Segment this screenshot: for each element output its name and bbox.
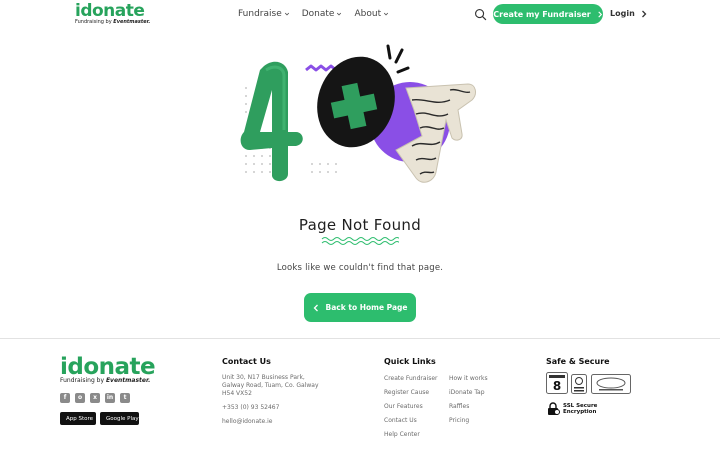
nav-donate-label: Donate — [301, 9, 335, 19]
footer-logo-tagline: Fundraising by Eventmaster. — [60, 377, 151, 384]
404-illustration — [240, 44, 476, 183]
wave-underline — [321, 237, 399, 245]
back-to-home-label: Back to Home Page — [325, 303, 408, 312]
ssl-lock-icon — [548, 402, 560, 415]
not-found-message: Looks like we couldn't find that page. — [276, 263, 444, 273]
chevron-down-icon — [383, 12, 389, 16]
contact-email[interactable]: hello@idonate.ie — [222, 418, 272, 425]
ssl-text: SSL Secure Encryption — [563, 403, 598, 415]
nav-about[interactable]: About — [354, 9, 389, 19]
link-contact-us[interactable]: Contact Us — [384, 417, 417, 424]
google-play-label: Google Play — [106, 415, 139, 422]
search-icon[interactable] — [474, 8, 487, 21]
nav-donate[interactable]: Donate — [302, 9, 343, 19]
green-four-shape — [240, 61, 303, 182]
create-fundraiser-label: Create my Fundraiser — [493, 9, 591, 19]
nav-about-label: About — [354, 9, 382, 19]
svg-text:8: 8 — [553, 379, 561, 393]
nav-fundraise[interactable]: Fundraise — [238, 9, 290, 19]
main-nav: Fundraise Donate About — [238, 9, 389, 19]
contact-address: Unit 30, N17 Business Park, Galway Road,… — [222, 374, 319, 397]
google-play-button[interactable]: Google Play — [100, 412, 139, 425]
link-idonate-tap[interactable]: iDonate Tap — [449, 389, 485, 396]
footer-logo[interactable]: idonate Fundraising by Eventmaster. — [60, 354, 156, 384]
login-link[interactable]: Login — [610, 9, 647, 18]
back-to-home-button[interactable]: Back to Home Page — [304, 293, 416, 322]
logo-tagline: Fundraising by Eventmaster. — [75, 19, 151, 25]
site-footer: idonate Fundraising by Eventmaster. f o … — [0, 338, 720, 450]
guarantee-badge-icon: 8 — [546, 372, 568, 394]
link-create-fundraiser[interactable]: Create Fundraiser — [384, 375, 437, 382]
contact-phone[interactable]: +353 (0) 93 52467 — [222, 404, 279, 411]
link-register-cause[interactable]: Register Cause — [384, 389, 429, 396]
page-title: Page Not Found — [298, 216, 422, 234]
logo-wordmark: idonate — [75, 1, 145, 21]
linkedin-icon[interactable]: in — [105, 393, 115, 403]
charities-institute-badge-icon — [591, 374, 631, 394]
x-twitter-icon[interactable]: x — [90, 393, 100, 403]
login-label: Login — [610, 9, 635, 18]
link-our-features[interactable]: Our Features — [384, 403, 423, 410]
app-store-button[interactable]: App Store — [60, 412, 96, 425]
chevron-down-icon — [284, 12, 289, 16]
link-raffles[interactable]: Raffles — [449, 403, 469, 410]
link-pricing[interactable]: Pricing — [449, 417, 469, 424]
chevron-down-icon — [337, 12, 342, 16]
create-fundraiser-button[interactable]: Create my Fundraiser — [493, 4, 603, 24]
sparkle-lines — [386, 44, 410, 74]
chevron-right-icon — [597, 10, 602, 18]
charity-regulator-badge-icon — [571, 374, 587, 394]
app-store-badges: App Store Google Play — [60, 412, 139, 425]
app-store-label: App Store — [66, 415, 94, 422]
chevron-left-icon — [313, 304, 318, 311]
instagram-icon[interactable]: o — [75, 393, 85, 403]
chevron-right-icon — [641, 10, 647, 17]
contact-heading: Contact Us — [222, 357, 271, 366]
facebook-icon[interactable]: f — [60, 393, 70, 403]
brand-logo[interactable]: idonate Fundraising by Eventmaster. — [75, 1, 151, 27]
social-links: f o x in t — [60, 393, 130, 403]
tiktok-icon[interactable]: t — [120, 393, 130, 403]
footer-logo-wordmark: idonate — [60, 354, 156, 380]
nav-fundraise-label: Fundraise — [238, 9, 282, 19]
quick-links-heading: Quick Links — [384, 357, 436, 366]
link-how-it-works[interactable]: How it works — [449, 375, 488, 382]
site-header: idonate Fundraising by Eventmaster. Fund… — [0, 0, 720, 30]
safe-secure-heading: Safe & Secure — [546, 357, 610, 366]
link-help-center[interactable]: Help Center — [384, 431, 420, 438]
